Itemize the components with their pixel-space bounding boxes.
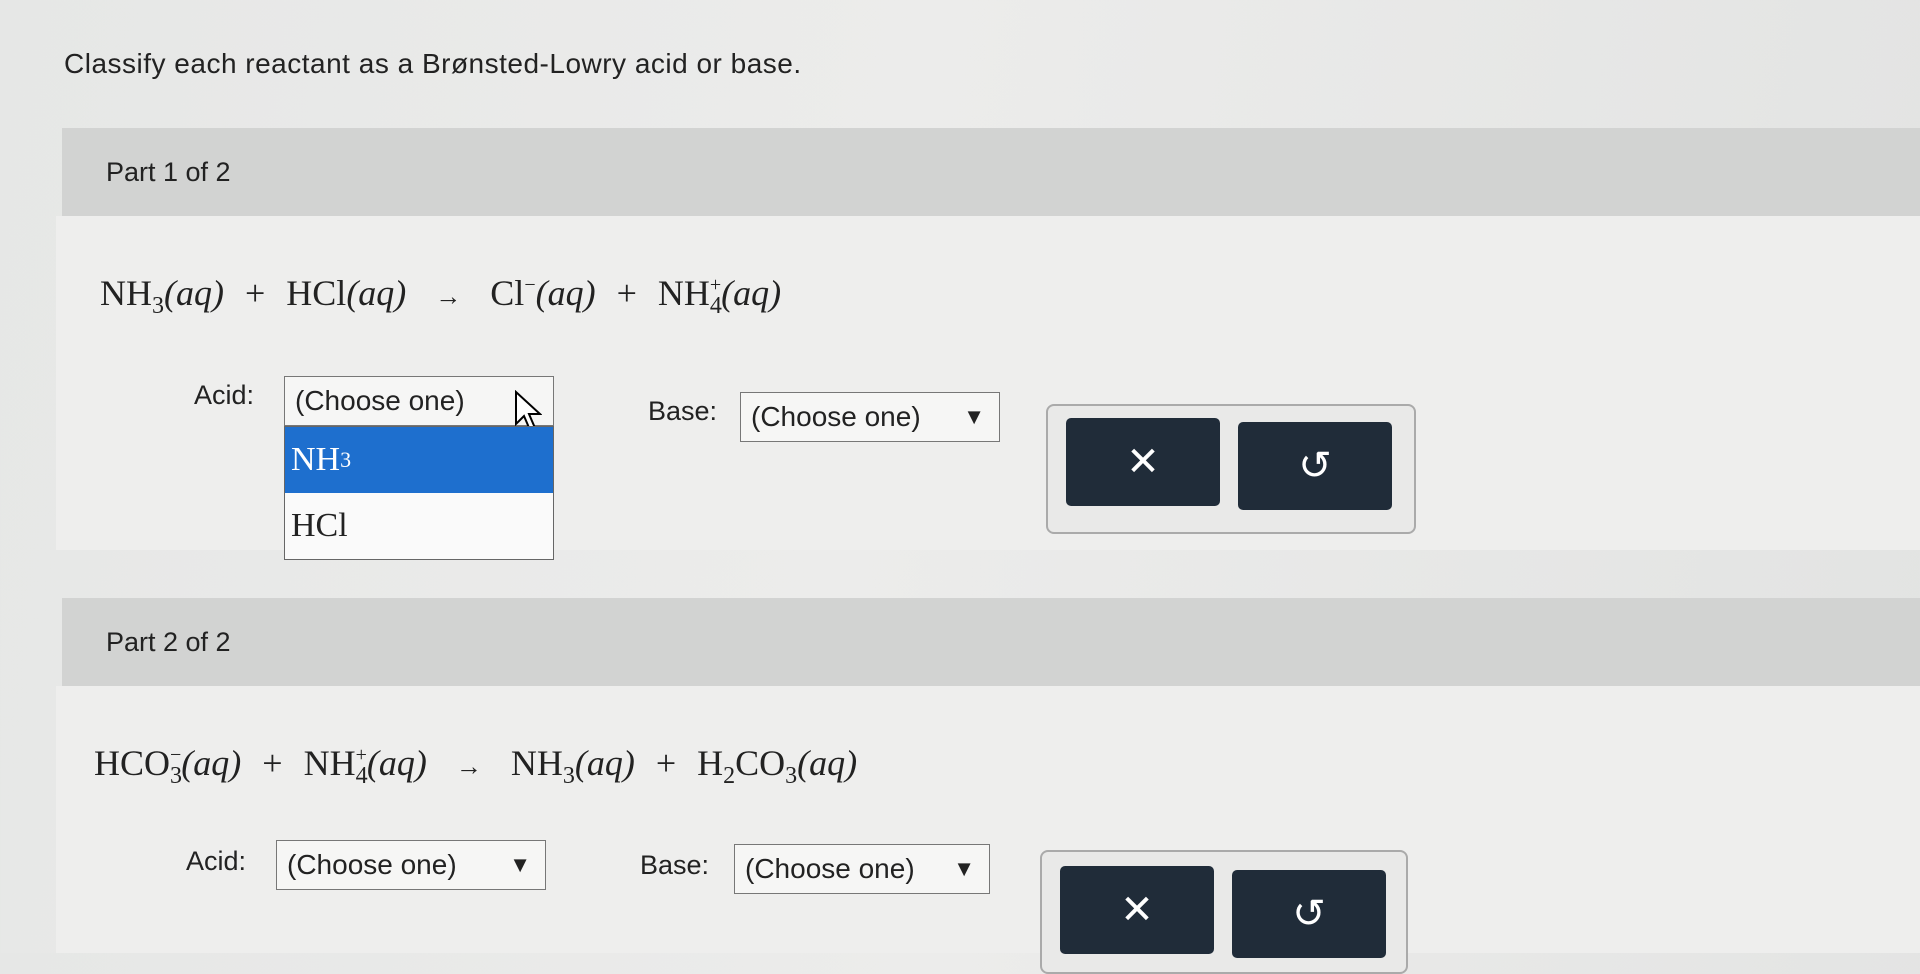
close-icon: ✕ (1126, 440, 1160, 484)
part-2-clear-button[interactable]: ✕ (1060, 866, 1214, 954)
part-2-equation: HCO3−(aq) + NH4+(aq) → NH3(aq) + H2CO3(a… (94, 743, 858, 789)
part-2-title: Part 2 of 2 (106, 626, 231, 657)
part-1-undo-button[interactable]: ↺ (1238, 422, 1392, 510)
part-1-base-label: Base: (648, 396, 718, 426)
reaction-arrow-icon: → (435, 282, 462, 311)
part-1-equation: NH3(aq) + HCl(aq) → Cl−(aq) + NH4+(aq) (100, 273, 782, 319)
part-1-base-select[interactable]: (Choose one) ▼ (740, 392, 1000, 442)
part-1-clear-button[interactable]: ✕ (1066, 418, 1220, 506)
chevron-down-icon: ▼ (509, 852, 531, 877)
part-2-base-label: Base: (640, 850, 710, 880)
part-2-header: Part 2 of 2 (62, 598, 1920, 686)
chevron-down-icon: ▼ (953, 856, 975, 881)
option-nh3[interactable]: NH 3 (285, 427, 553, 493)
option-hcl[interactable]: HCl (285, 493, 553, 559)
part-2-undo-button[interactable]: ↺ (1232, 870, 1386, 958)
close-icon: ✕ (1120, 888, 1154, 932)
part-1-acid-label: Acid: (194, 380, 255, 410)
part-2-base-select[interactable]: (Choose one) ▼ (734, 844, 990, 894)
part-1-acid-dropdown: NH 3 HCl (284, 426, 554, 560)
chevron-down-icon: ▼ (963, 404, 985, 429)
part-2-acid-select[interactable]: (Choose one) ▼ (276, 840, 546, 890)
instruction-text: Classify each reactant as a Brønsted-Low… (64, 48, 802, 79)
reaction-arrow-icon: → (455, 752, 482, 781)
part-1-header: Part 1 of 2 (62, 128, 1920, 216)
part-2-acid-label: Acid: (186, 846, 247, 876)
part-2-body (56, 686, 1920, 953)
undo-icon: ↺ (1292, 892, 1326, 936)
undo-icon: ↺ (1298, 444, 1332, 488)
part-1-title: Part 1 of 2 (106, 156, 231, 187)
